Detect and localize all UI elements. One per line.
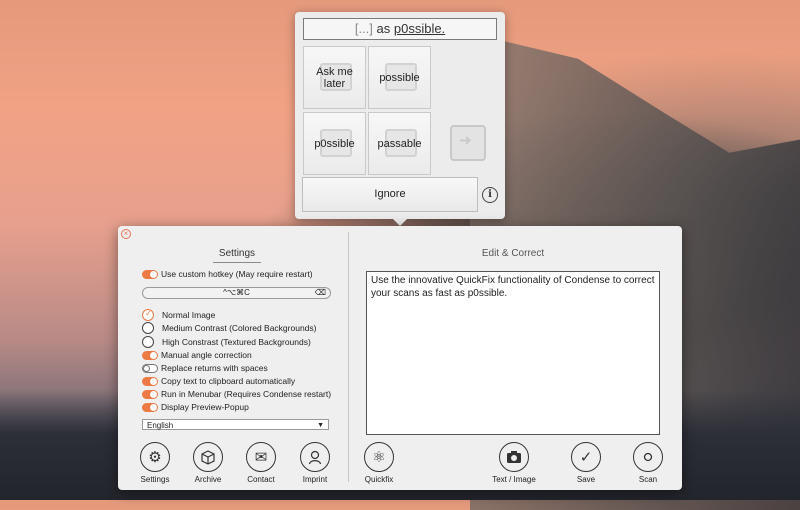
tile-label: Ask me later [316,65,353,90]
text-image-button[interactable]: Text / Image [492,442,536,484]
manual-angle-toggle[interactable] [142,350,158,360]
hotkey-value: ^⌥⌘C [223,288,250,297]
popup-title: [...] as p0ssible. [303,18,497,40]
normal-image-option[interactable]: Normal Image [142,309,215,321]
tile-label: p0ssible [314,137,355,150]
contact-button-label: Contact [247,475,275,484]
tile-ask-later[interactable]: Ask me later [303,46,366,109]
popup-title-middle: as [372,21,394,36]
imprint-button[interactable]: Imprint [293,442,337,484]
run-menubar-row[interactable]: Run in Menubar (Requires Condense restar… [142,388,331,400]
save-button-label: Save [576,475,596,484]
panel-divider [348,232,349,482]
display-preview-toggle[interactable] [142,402,158,412]
imprint-button-label: Imprint [302,475,328,484]
envelope-icon: ✉ [246,442,276,472]
person-icon [300,442,330,472]
popup-title-ellipsis: [...] [354,21,373,36]
custom-hotkey-toggle-row[interactable]: Use custom hotkey (May require restart) [142,268,313,280]
replace-returns-label: Replace returns with spaces [161,363,268,373]
ignore-button[interactable]: Ignore [302,177,478,212]
language-select[interactable]: English ▼ [142,419,329,430]
info-icon[interactable]: i [482,187,498,203]
popup-title-word: p0ssible. [393,21,446,36]
high-contrast-label: High Constrast (Textured Backgrounds) [162,337,311,347]
scan-button-label: Scan [638,475,658,484]
tile-passable[interactable]: passable [368,112,431,175]
run-menubar-toggle[interactable] [142,389,158,399]
tile-p0ssible[interactable]: p0ssible [303,112,366,175]
chevron-down-icon: ▼ [317,422,324,429]
copy-clipboard-label: Copy text to clipboard automatically [161,376,296,386]
edit-correct-title: Edit & Correct [481,248,545,259]
quickfix-popup: [...] as p0ssible. Ask me later possible… [295,12,505,226]
custom-hotkey-toggle[interactable] [142,269,158,279]
settings-title: Settings [213,248,261,263]
medium-contrast-option[interactable]: Medium Contrast (Colored Backgrounds) [142,322,316,334]
text-image-button-label: Text / Image [492,475,536,484]
copy-clipboard-toggle[interactable] [142,376,158,386]
custom-hotkey-label: Use custom hotkey (May require restart) [161,269,313,279]
high-contrast-option[interactable]: High Constrast (Textured Backgrounds) [142,336,311,348]
tile-possible[interactable]: possible [368,46,431,109]
checkmark-icon: ✓ [571,442,601,472]
settings-button-label: Settings [140,475,170,484]
settings-button[interactable]: ⚙ Settings [133,442,177,484]
language-value: English [147,421,174,430]
display-preview-row[interactable]: Display Preview-Popup [142,401,249,413]
high-contrast-radio[interactable] [142,336,154,348]
run-menubar-label: Run in Menubar (Requires Condense restar… [161,389,332,399]
box-icon [193,442,223,472]
close-icon[interactable]: × [121,229,131,239]
contact-button[interactable]: ✉ Contact [239,442,283,484]
manual-angle-label: Manual angle correction [161,350,252,360]
replace-returns-row[interactable]: Replace returns with spaces [142,362,268,374]
normal-image-radio[interactable] [142,309,154,321]
medium-contrast-label: Medium Contrast (Colored Backgrounds) [162,323,317,333]
atom-icon: ⚛ [364,442,394,472]
edit-textarea[interactable]: Use the innovative QuickFix functionalit… [366,271,660,435]
display-preview-label: Display Preview-Popup [161,402,249,412]
scan-button[interactable]: Scan [626,442,670,484]
archive-button[interactable]: Archive [186,442,230,484]
gear-icon: ⚙ [140,442,170,472]
manual-angle-row[interactable]: Manual angle correction [142,349,252,361]
clear-hotkey-icon[interactable]: ⌫ [315,288,326,298]
archive-button-label: Archive [194,475,222,484]
medium-contrast-radio[interactable] [142,322,154,334]
replace-returns-toggle[interactable] [142,363,158,373]
circle-icon [633,442,663,472]
condense-window: × Settings Use custom hotkey (May requir… [118,226,682,490]
camera-icon [499,442,529,472]
quickfix-button-label: Quickfix [364,475,394,484]
tile-label: possible [379,71,420,84]
hotkey-field[interactable]: ^⌥⌘C ⌫ [142,287,331,299]
normal-image-label: Normal Image [162,310,216,320]
tile-label: passable [377,137,422,150]
copy-clipboard-row[interactable]: Copy text to clipboard automatically [142,375,295,387]
save-button[interactable]: ✓ Save [564,442,608,484]
arrow-ghost-icon [450,125,486,161]
quickfix-button[interactable]: ⚛ Quickfix [357,442,401,484]
